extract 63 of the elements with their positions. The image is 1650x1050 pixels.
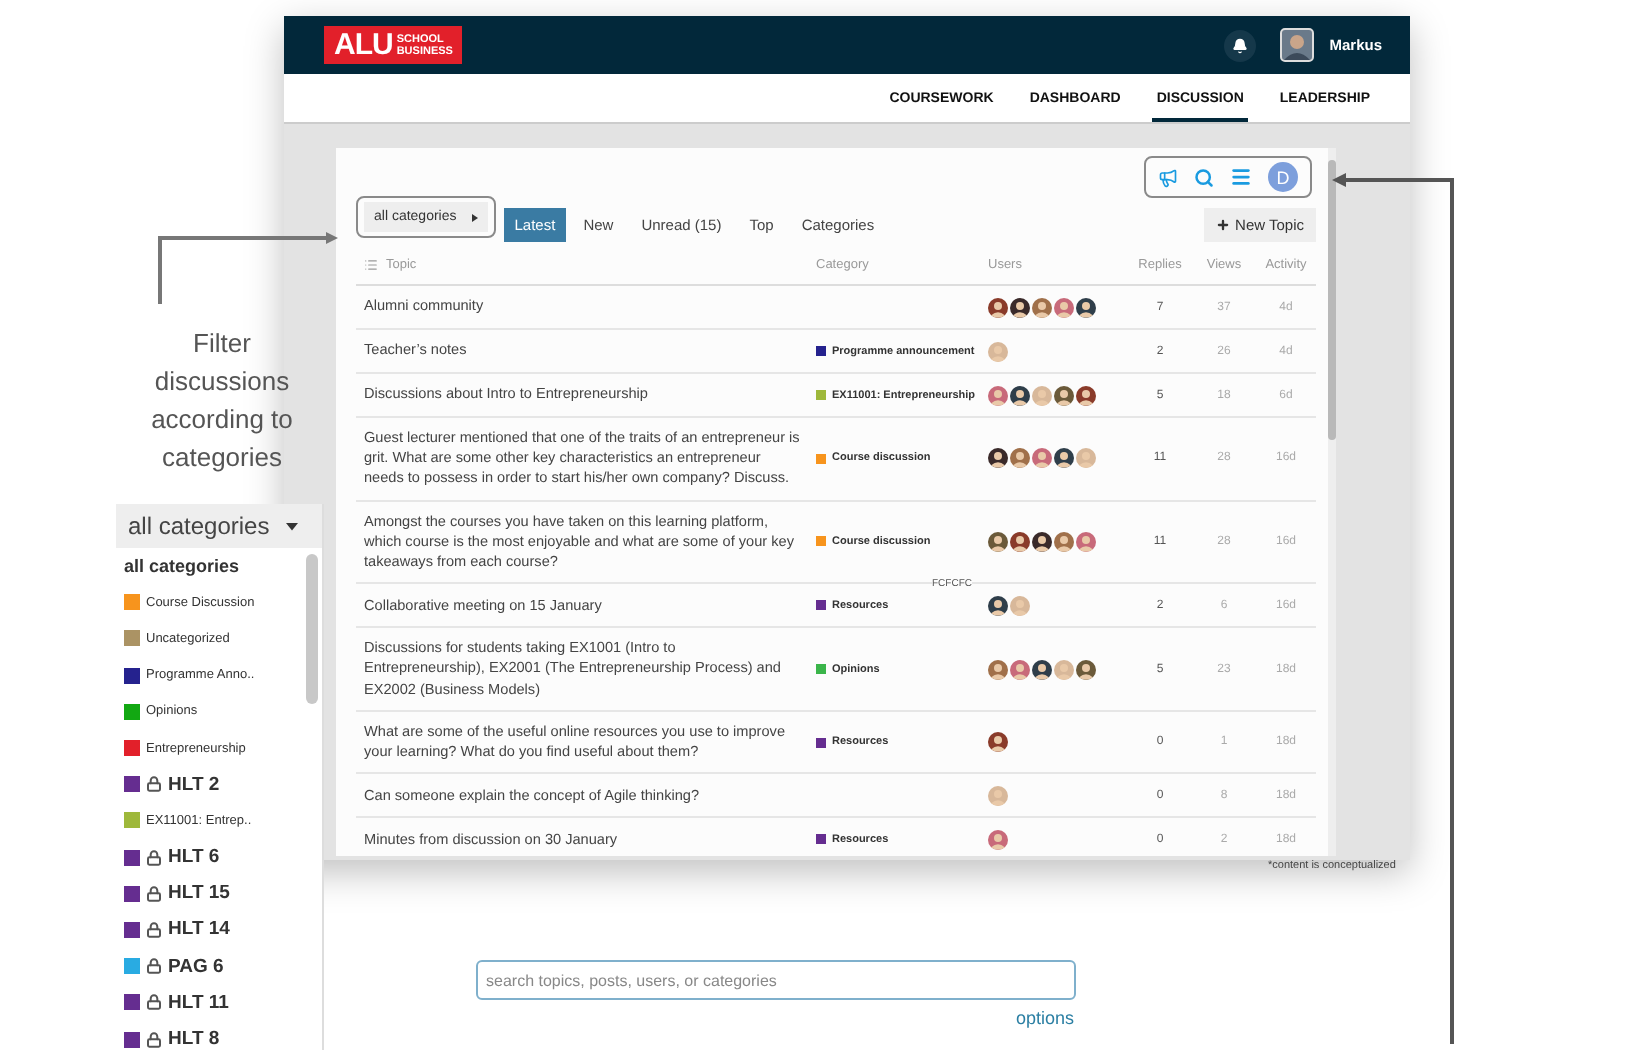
avatar-icon — [1076, 385, 1096, 405]
megaphone-icon[interactable] — [1158, 167, 1178, 187]
dropdown-item[interactable]: HLT 14 — [168, 918, 230, 941]
options-link[interactable]: options — [1016, 1008, 1075, 1028]
lock-icon — [146, 885, 162, 902]
avatar-icon — [1076, 531, 1096, 552]
scrollbar[interactable] — [1328, 148, 1336, 856]
avatar-icon — [988, 448, 1008, 469]
search-icon[interactable] — [1194, 167, 1214, 187]
profile-avatar-icon[interactable] — [1279, 28, 1314, 62]
avatar-icon — [1032, 448, 1052, 469]
menu-icon[interactable] — [1230, 166, 1252, 188]
search-field[interactable]: search topics, posts, users, or categories — [476, 960, 1076, 1000]
avatar-icon — [1076, 448, 1096, 469]
avatar-icon — [988, 595, 1008, 616]
avatar-icon — [988, 385, 1008, 405]
avatar-icon — [988, 732, 1008, 753]
avatar-icon — [1032, 297, 1052, 317]
caret-icon — [472, 213, 479, 221]
avatar-icon — [1054, 297, 1074, 317]
caret-icon — [285, 520, 298, 532]
scrollbar[interactable] — [306, 554, 318, 704]
annotation-text: Filter discussions according to categories — [149, 326, 295, 476]
dropdown-item[interactable]: HLT 11 — [168, 991, 229, 1014]
notification-button[interactable] — [1223, 29, 1256, 61]
dropdown-item[interactable]: PAG 6 — [168, 955, 224, 978]
avatar-icon — [988, 829, 1008, 850]
lock-icon — [146, 776, 162, 793]
lock-icon — [146, 958, 162, 975]
avatar-icon — [1054, 659, 1074, 680]
avatar-icon — [1076, 297, 1096, 317]
avatar-icon — [1032, 659, 1052, 680]
avatar-icon — [1032, 385, 1052, 405]
lock-icon — [146, 994, 162, 1011]
avatar-icon — [1010, 297, 1030, 317]
avatar-icon — [1010, 595, 1030, 616]
lock-icon — [146, 921, 162, 938]
bell-icon — [1231, 37, 1248, 53]
avatar-icon — [1054, 448, 1074, 469]
dropdown-item[interactable]: HLT 8 — [168, 1028, 220, 1050]
avatar-icon — [1076, 659, 1096, 680]
avatar-icon — [1054, 385, 1074, 405]
lock-icon — [146, 1031, 162, 1048]
avatar-icon — [1032, 531, 1052, 552]
dropdown-item[interactable]: HLT 2 — [168, 773, 220, 796]
plus-icon — [1215, 218, 1230, 232]
avatar-icon — [1010, 385, 1030, 405]
list-icon — [364, 258, 378, 272]
dropdown-item[interactable]: HLT 6 — [168, 846, 220, 869]
avatar-icon — [988, 659, 1008, 680]
avatar-icon — [1054, 531, 1074, 552]
avatar-icon — [988, 531, 1008, 552]
avatar-icon — [1010, 531, 1030, 552]
avatar-icon — [988, 297, 1008, 317]
avatar-icon — [1010, 448, 1030, 469]
avatar-icon — [988, 341, 1008, 361]
logo-mark: ALU — [334, 30, 393, 60]
dropdown-item[interactable]: all categories — [124, 556, 240, 577]
lock-icon — [146, 849, 162, 866]
category-select[interactable]: all categories — [116, 504, 322, 548]
avatar-icon — [1010, 659, 1030, 680]
avatar-icon — [988, 785, 1008, 806]
dropdown-item[interactable]: HLT 15 — [168, 882, 230, 905]
